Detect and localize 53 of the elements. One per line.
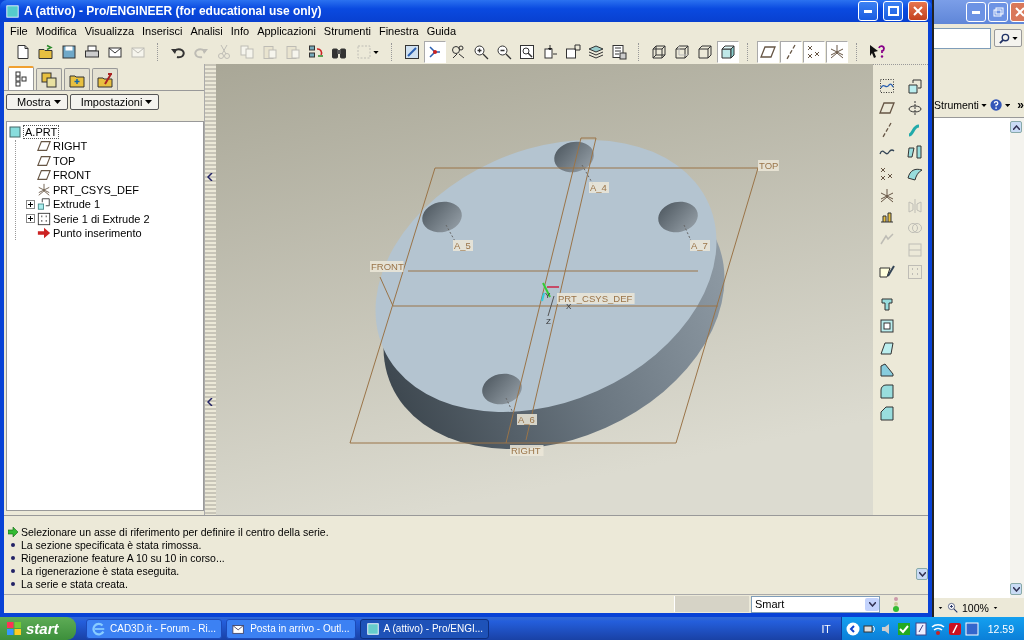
- menu-item[interactable]: Modifica: [31, 25, 81, 37]
- message-text: Rigenerazione feature A 10 su 10 in corso...: [21, 551, 225, 564]
- language-indicator[interactable]: IT: [821, 622, 841, 635]
- filter-dropdown[interactable]: Smart: [751, 595, 880, 613]
- axis-letter: Y: [544, 291, 551, 300]
- tree-item[interactable]: FRONT: [53, 169, 91, 182]
- message-text: La serie e stata creata.: [21, 577, 128, 590]
- taskbar-button[interactable]: CAD3D.it - Forum - Ri...: [86, 618, 223, 639]
- menu-item[interactable]: Inserisci: [138, 25, 187, 37]
- datum-plane-label: RIGHT: [510, 445, 541, 456]
- axis-letter: X: [565, 302, 572, 311]
- message-text: La sezione specificata è stata rimossa.: [21, 538, 202, 551]
- tree-row[interactable]: PRT_CSYS_DEF: [26, 183, 201, 197]
- datum-axis-label: A_7: [690, 240, 708, 251]
- tree-item[interactable]: RIGHT: [53, 140, 88, 153]
- message-text: Selezionare un asse di riferimento per definire il centro della serie.: [21, 525, 329, 538]
- message-text: La rigenerazione è stata eseguita.: [21, 564, 180, 577]
- zoom-level[interactable]: 100%: [962, 601, 989, 614]
- datum-axis-label: A_4: [589, 182, 607, 193]
- tree-row[interactable]: FRONT: [26, 168, 201, 182]
- tree-row[interactable]: Extrude 1: [26, 197, 201, 211]
- tree-row[interactable]: RIGHT: [26, 139, 201, 153]
- tree-item[interactable]: Punto inserimento: [53, 227, 142, 240]
- menu-item[interactable]: Analisi: [186, 25, 227, 37]
- dropdown-button[interactable]: Impostazioni: [69, 94, 160, 110]
- datum-axis-label: A_6: [517, 414, 535, 425]
- taskbar-button[interactable]: Posta in arrivo - Outl...: [226, 618, 356, 639]
- dropdown-button[interactable]: Mostra: [6, 94, 68, 110]
- tree-item[interactable]: Extrude 1: [53, 198, 101, 211]
- clock: 12.59: [987, 622, 1014, 635]
- taskbar-button[interactable]: A (attivo) - Pro/ENGI...: [359, 618, 490, 639]
- menu-item[interactable]: Info: [226, 25, 254, 37]
- toolbar-menu[interactable]: Strumenti: [934, 99, 987, 111]
- datum-axis-label: A_5: [453, 240, 471, 251]
- menu-item[interactable]: Guida: [422, 25, 461, 37]
- menu-item[interactable]: Strumenti: [319, 25, 375, 37]
- csys-label: PRT_CSYS_DEF: [557, 293, 633, 304]
- tree-item[interactable]: A.PRT: [23, 124, 60, 139]
- menu-item[interactable]: Finestra: [374, 25, 423, 37]
- menu-item[interactable]: Visualizza: [80, 25, 139, 37]
- tree-item[interactable]: Serie 1 di Extrude 2: [53, 212, 150, 225]
- tree-item[interactable]: PRT_CSYS_DEF: [53, 183, 139, 196]
- tree-row[interactable]: Punto inserimento: [26, 226, 201, 240]
- tree-row[interactable]: TOP: [26, 154, 201, 168]
- datum-plane-label: TOP: [758, 160, 779, 171]
- window-title: A (attivo) - Pro/ENGINEER (for educational use only): [24, 4, 323, 18]
- menu-item[interactable]: Applicazioni: [253, 25, 320, 37]
- datum-plane-label: FRONT: [370, 261, 404, 272]
- overflow-chevron[interactable]: »: [1017, 98, 1024, 112]
- menu-item[interactable]: File: [6, 25, 32, 37]
- tree-row[interactable]: Serie 1 di Extrude 2: [26, 212, 201, 226]
- tree-item[interactable]: TOP: [53, 154, 76, 167]
- axis-letter: Z: [545, 317, 551, 326]
